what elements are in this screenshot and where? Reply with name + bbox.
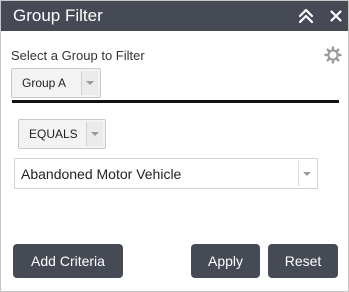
panel-header: Group Filter bbox=[1, 1, 348, 31]
operator-dropdown[interactable]: EQUALS bbox=[18, 119, 106, 149]
group-filter-panel: Group Filter Select a Group to Filter Gr… bbox=[0, 0, 349, 292]
caret-down-icon bbox=[303, 171, 311, 176]
group-dropdown-value: Group A bbox=[22, 76, 67, 90]
gear-icon[interactable] bbox=[324, 46, 342, 64]
panel-title: Group Filter bbox=[13, 6, 103, 25]
operator-dropdown-arrow[interactable] bbox=[86, 122, 103, 146]
caret-down-icon bbox=[91, 132, 99, 136]
criteria-value-text: Abandoned Motor Vehicle bbox=[21, 165, 182, 182]
reset-button[interactable]: Reset bbox=[268, 244, 338, 278]
double-chevron-up-icon[interactable] bbox=[298, 7, 314, 25]
group-dropdown-arrow[interactable] bbox=[81, 71, 98, 95]
group-select-prompt: Select a Group to Filter bbox=[11, 48, 145, 63]
close-icon[interactable] bbox=[330, 9, 342, 22]
criteria-value-arrow[interactable] bbox=[298, 161, 315, 186]
criteria-value-dropdown[interactable]: Abandoned Motor Vehicle bbox=[14, 158, 318, 189]
operator-dropdown-value: EQUALS bbox=[29, 127, 78, 141]
caret-down-icon bbox=[86, 81, 94, 85]
group-dropdown[interactable]: Group A bbox=[11, 68, 101, 98]
apply-button[interactable]: Apply bbox=[191, 244, 260, 278]
section-divider bbox=[12, 100, 339, 103]
add-criteria-button[interactable]: Add Criteria bbox=[13, 244, 123, 278]
